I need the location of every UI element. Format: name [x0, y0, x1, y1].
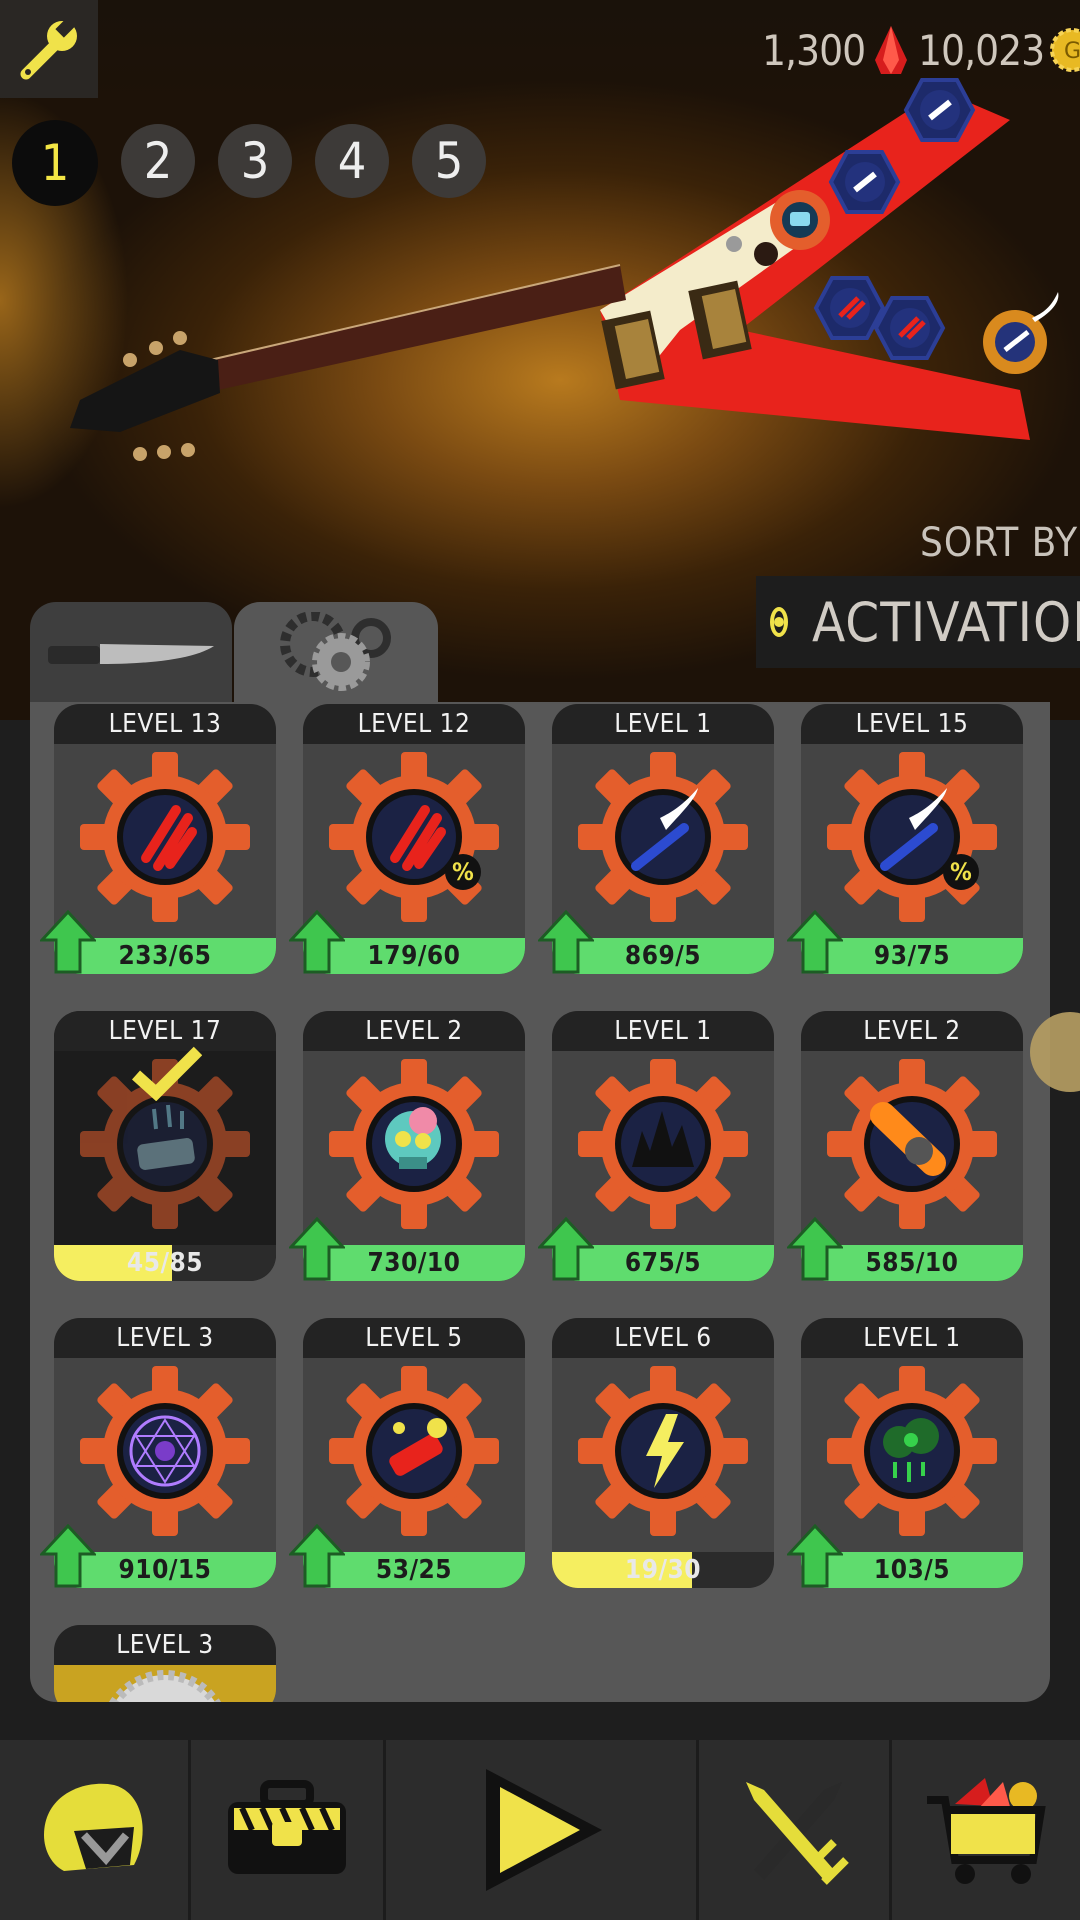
progress-bar: 19/30 — [552, 1552, 774, 1588]
upgrade-arrow-icon — [785, 909, 845, 974]
checkmark-icon — [131, 1045, 203, 1105]
percent-badge-icon: % — [445, 854, 481, 890]
gem-level-label: LEVEL 2 — [801, 1011, 1023, 1051]
saw-blade-icon — [54, 1665, 276, 1702]
sort-by-label: SORT BY — [920, 520, 1079, 566]
radio-icon — [770, 607, 788, 637]
socket-winged-sword[interactable] — [903, 78, 976, 142]
nav-inventory-button[interactable] — [191, 1740, 383, 1920]
socket-ice-gear[interactable] — [770, 190, 830, 250]
sort-activation-button[interactable]: ACTIVATION — [756, 576, 1080, 668]
socket-winged-sword-percent[interactable] — [828, 150, 901, 214]
guitar-headstock — [70, 350, 220, 432]
gem-level-label: LEVEL 15 — [801, 704, 1023, 744]
gem-level-label: LEVEL 12 — [303, 704, 525, 744]
shop-cart-icon — [927, 1778, 1046, 1884]
nav-shop-button[interactable] — [892, 1740, 1080, 1920]
sort-value: ACTIVATION — [812, 590, 1080, 654]
tuning-peg — [173, 331, 187, 345]
tuning-peg — [157, 445, 171, 459]
upgrade-arrow-icon — [38, 909, 98, 974]
gem-level-label: LEVEL 1 — [552, 1011, 774, 1051]
flying-v-guitar — [70, 78, 1059, 461]
upgrade-arrow-icon — [536, 1216, 596, 1281]
upgrade-arrow-icon — [287, 1216, 347, 1281]
progress-text: 45/85 — [126, 1248, 204, 1278]
play-icon — [486, 1769, 602, 1891]
guitar-knob — [726, 236, 742, 252]
gem-level-label: LEVEL 1 — [801, 1318, 1023, 1358]
gem-card[interactable]: LEVEL 6 19/30 — [552, 1318, 774, 1588]
nav-character-button[interactable] — [0, 1740, 188, 1920]
tab-weapons[interactable] — [30, 602, 232, 702]
gem-level-label: LEVEL 13 — [54, 704, 276, 744]
progress-text: 19/30 — [624, 1555, 702, 1585]
tuning-peg — [133, 447, 147, 461]
crossed-swords-icon — [746, 1782, 849, 1885]
upgrade-arrow-icon — [785, 1523, 845, 1588]
nav-battle-button[interactable] — [699, 1740, 889, 1920]
progress-bar: 45/85 — [54, 1245, 276, 1281]
percent-badge-icon: % — [943, 854, 979, 890]
upgrade-arrow-icon — [287, 909, 347, 974]
upgrade-arrow-icon — [536, 909, 596, 974]
gem-level-label: LEVEL 3 — [54, 1318, 276, 1358]
gem-level-label: LEVEL 6 — [552, 1318, 774, 1358]
gem-grid-panel[interactable]: LEVEL 13 233/65 LEVEL 12% 179/60 LEVEL 1 869/… — [30, 702, 1050, 1702]
upgrade-arrow-icon — [287, 1523, 347, 1588]
knife-icon — [48, 644, 214, 664]
guitar-body — [600, 90, 1030, 440]
socket-red-claw-percent[interactable] — [813, 276, 886, 340]
tab-gears[interactable] — [234, 602, 438, 702]
tuning-peg — [149, 341, 163, 355]
gem-card[interactable]: LEVEL 3 — [54, 1625, 276, 1702]
tuning-peg — [181, 443, 195, 457]
guitar-knob — [754, 242, 778, 266]
gears-icon — [280, 612, 391, 691]
upgrade-arrow-icon — [38, 1523, 98, 1588]
guitar-neck — [210, 265, 626, 390]
gem-level-label: LEVEL 1 — [552, 704, 774, 744]
gem-level-label: LEVEL 2 — [303, 1011, 525, 1051]
upgrade-arrow-icon — [785, 1216, 845, 1281]
gem-level-label: LEVEL 3 — [54, 1625, 276, 1665]
toolbox-icon — [228, 1780, 346, 1874]
helmet-icon — [44, 1783, 143, 1871]
gem-level-label: LEVEL 5 — [303, 1318, 525, 1358]
socket-red-claw[interactable] — [873, 296, 946, 360]
gem-card[interactable]: LEVEL 17 45/85 — [54, 1011, 276, 1281]
socket-winged-gear[interactable] — [983, 292, 1059, 374]
nav-play-button[interactable] — [386, 1740, 696, 1920]
tuning-peg — [123, 353, 137, 367]
